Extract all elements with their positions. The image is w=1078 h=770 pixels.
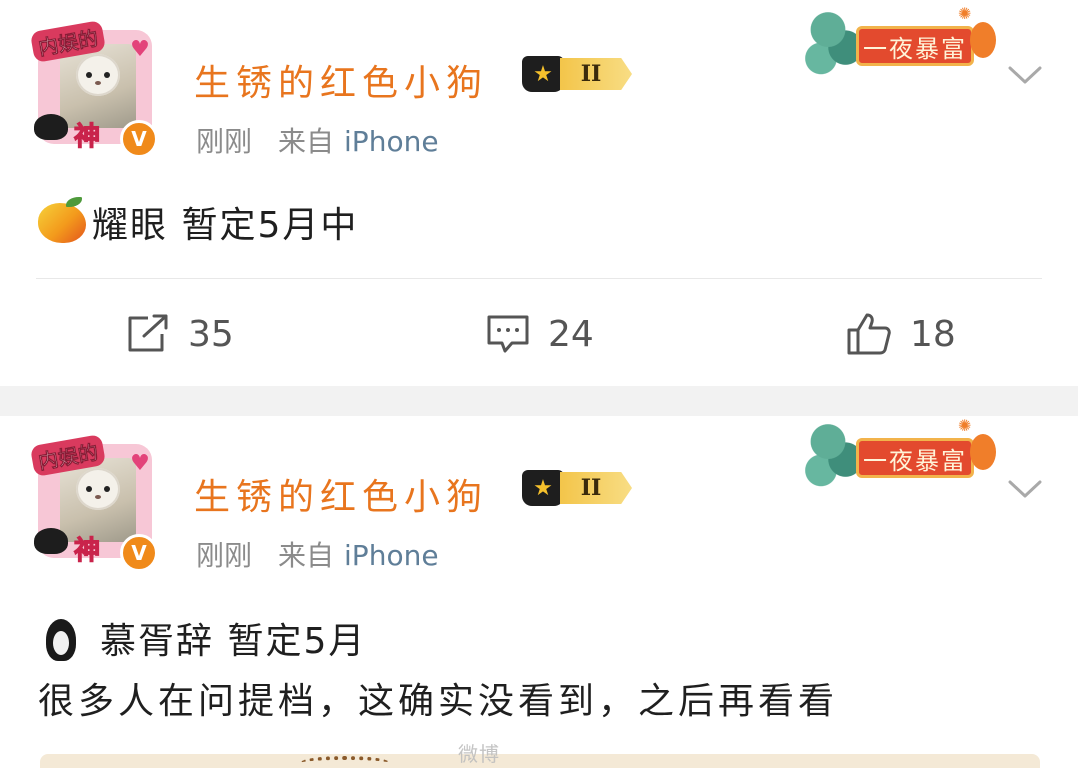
post-text-line: 慕胥辞 暂定5月 [100,621,367,662]
feed-post: 内娱的 ♥ 神 V 生锈的红色小狗 ★ II 刚刚 来自 iPhone 一夜暴富 ✺… [0,416,1078,768]
avatar-sticker-char: 神 [73,535,101,566]
ferret-eye [86,72,92,78]
post-image-preview[interactable] [40,754,1040,768]
heart-icon: ♥ [130,451,150,476]
post-meta: 刚刚 来自 iPhone [196,534,439,574]
post-separator [0,386,1078,416]
post-text: 慕胥辞 暂定5月 [38,612,366,664]
firework-icon: ✺ [958,416,972,435]
rank-badge[interactable]: ★ II [522,54,632,94]
cat-icon [34,114,68,140]
badge-label: 一夜暴富 [856,26,974,66]
ferret-eye [86,486,92,492]
username[interactable]: 生锈的红色小狗 [194,468,488,520]
lantern-icon [970,22,996,58]
watermark: 微博 [458,742,500,766]
verified-badge-icon: V [120,120,158,158]
comment-button[interactable]: 24 [486,306,594,362]
verified-badge-icon: V [120,534,158,572]
post-text: 耀眼 暂定5月中 [38,196,358,248]
post-text-line: 耀眼 暂定5月中 [92,205,359,246]
avatar[interactable]: 内娱的 ♥ 神 V [29,433,160,572]
firework-icon: ✺ [958,4,972,23]
decoration-badge[interactable]: 一夜暴富 ✺ [800,416,1000,496]
source-device[interactable]: iPhone [344,125,439,158]
ferret-nose [95,495,101,499]
cat-icon [34,528,68,554]
ferret-head [76,468,120,510]
rank-level: II [560,472,632,504]
like-button[interactable]: 18 [846,306,956,362]
comment-count: 24 [548,313,594,355]
thumbs-up-icon [847,313,891,355]
share-count: 35 [188,313,234,355]
penguin-icon [46,619,76,661]
chevron-down-icon[interactable] [1006,470,1044,508]
mango-icon [38,197,86,243]
ferret-eye [104,486,110,492]
share-button[interactable]: 35 [126,306,234,362]
post-meta: 刚刚 来自 iPhone [196,120,439,160]
crown-icon: ★ [522,470,564,506]
avatar-sticker-char: 神 [73,121,101,152]
lantern-icon [970,434,996,470]
post-time: 刚刚 [196,125,253,158]
chevron-down-icon[interactable] [1006,56,1044,94]
ferret-nose [95,81,101,85]
decoration-badge[interactable]: 一夜暴富 ✺ [800,4,1000,84]
username[interactable]: 生锈的红色小狗 [194,54,488,106]
badge-label: 一夜暴富 [856,438,974,478]
avatar[interactable]: 内娱的 ♥ 神 V [29,19,160,158]
share-icon [128,314,168,352]
divider [36,278,1042,279]
like-count: 18 [910,313,956,355]
rank-badge[interactable]: ★ II [522,468,632,508]
post-text-line-2: 很多人在问提档，这确实没看到，之后再看看 [38,681,839,722]
feed-post: 内娱的 ♥ 神 V 生锈的红色小狗 ★ II 刚刚 来自 iPhone 一夜暴富 ✺… [0,0,1078,386]
ferret-head [76,54,120,96]
ferret-eye [104,72,110,78]
post-time: 刚刚 [196,539,253,572]
source-prefix: 来自 [278,539,335,572]
heart-icon: ♥ [130,37,150,62]
source-device[interactable]: iPhone [344,539,439,572]
rank-level: II [560,58,632,90]
source-prefix: 来自 [278,125,335,158]
crown-icon: ★ [522,56,564,92]
comment-icon [487,315,529,353]
